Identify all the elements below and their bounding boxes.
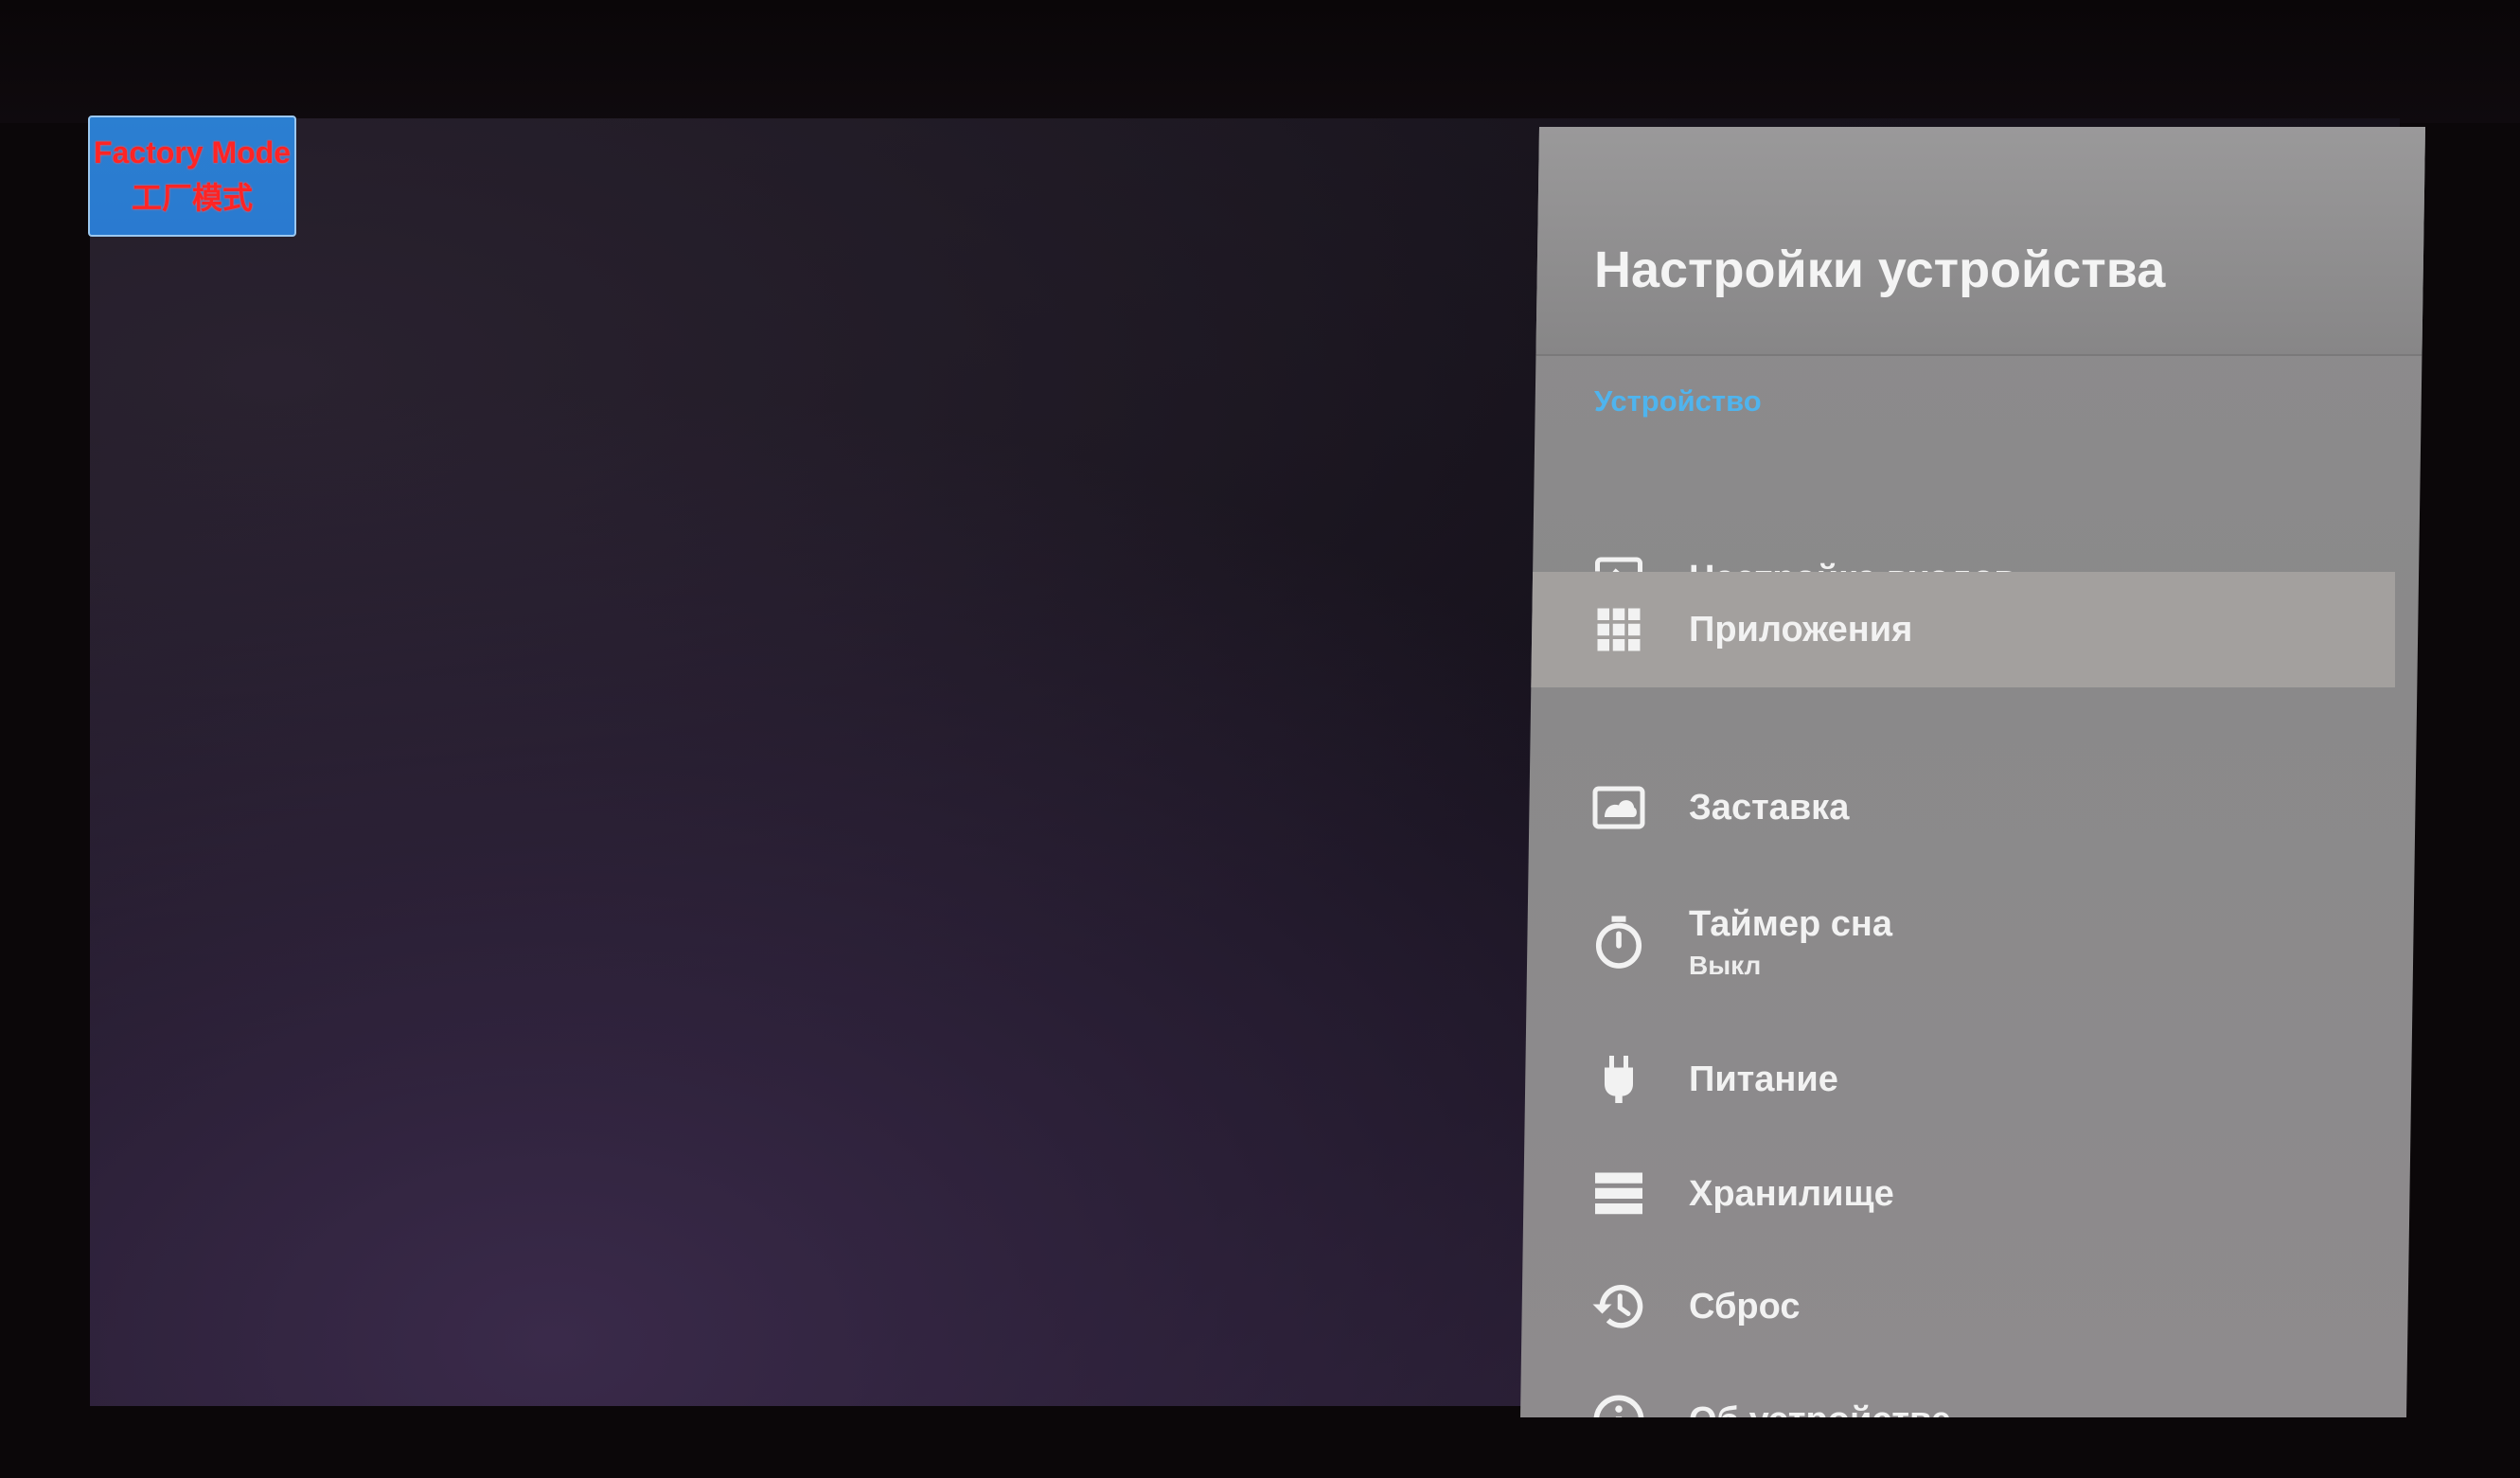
menu-item-label: Приложения — [1689, 609, 1913, 650]
menu-item-label: Питание — [1689, 1059, 1838, 1099]
screensaver-icon — [1588, 777, 1649, 838]
info-icon — [1588, 1390, 1649, 1417]
menu-item-label: Об устройстве — [1689, 1399, 1952, 1440]
menu-item-label: Хранилище — [1689, 1173, 1894, 1214]
power-plug-icon — [1588, 1049, 1649, 1110]
menu-item-power[interactable]: Питание — [1520, 1022, 2425, 1137]
menu-item-sleep-timer[interactable]: Таймер сна Выкл — [1520, 871, 2425, 1013]
menu-item-value: Выкл — [1689, 950, 1762, 980]
tv-bezel — [0, 0, 2520, 123]
menu-item-label: Заставка — [1689, 787, 1850, 828]
section-label-device: Устройство — [1594, 384, 1762, 418]
page-title: Настройки устройства — [1594, 241, 2166, 298]
menu-item-reset[interactable]: Сброс — [1520, 1249, 2425, 1364]
factory-mode-badge: Factory Mode 工厂模式 — [88, 116, 296, 237]
menu-item-label: Сброс — [1689, 1286, 1801, 1327]
device-settings-panel: Настройки устройства Устройство Настройк… — [1520, 127, 2425, 1417]
menu-item-apps[interactable]: Приложения — [1520, 572, 2395, 687]
storage-icon — [1588, 1164, 1649, 1224]
apps-grid-icon — [1588, 599, 1649, 660]
reset-history-icon — [1588, 1276, 1649, 1337]
menu-item-screensaver[interactable]: Заставка — [1520, 750, 2425, 865]
panel-header: Настройки устройства — [1520, 127, 2425, 356]
menu-item-about[interactable]: Об устройстве — [1520, 1362, 2425, 1440]
timer-icon — [1588, 912, 1649, 972]
menu-item-storage[interactable]: Хранилище — [1520, 1136, 2425, 1252]
factory-mode-label-chinese: 工厂模式 — [131, 180, 253, 215]
factory-mode-label: Factory Mode — [93, 134, 292, 169]
menu-item-label: Таймер сна — [1689, 903, 1892, 944]
